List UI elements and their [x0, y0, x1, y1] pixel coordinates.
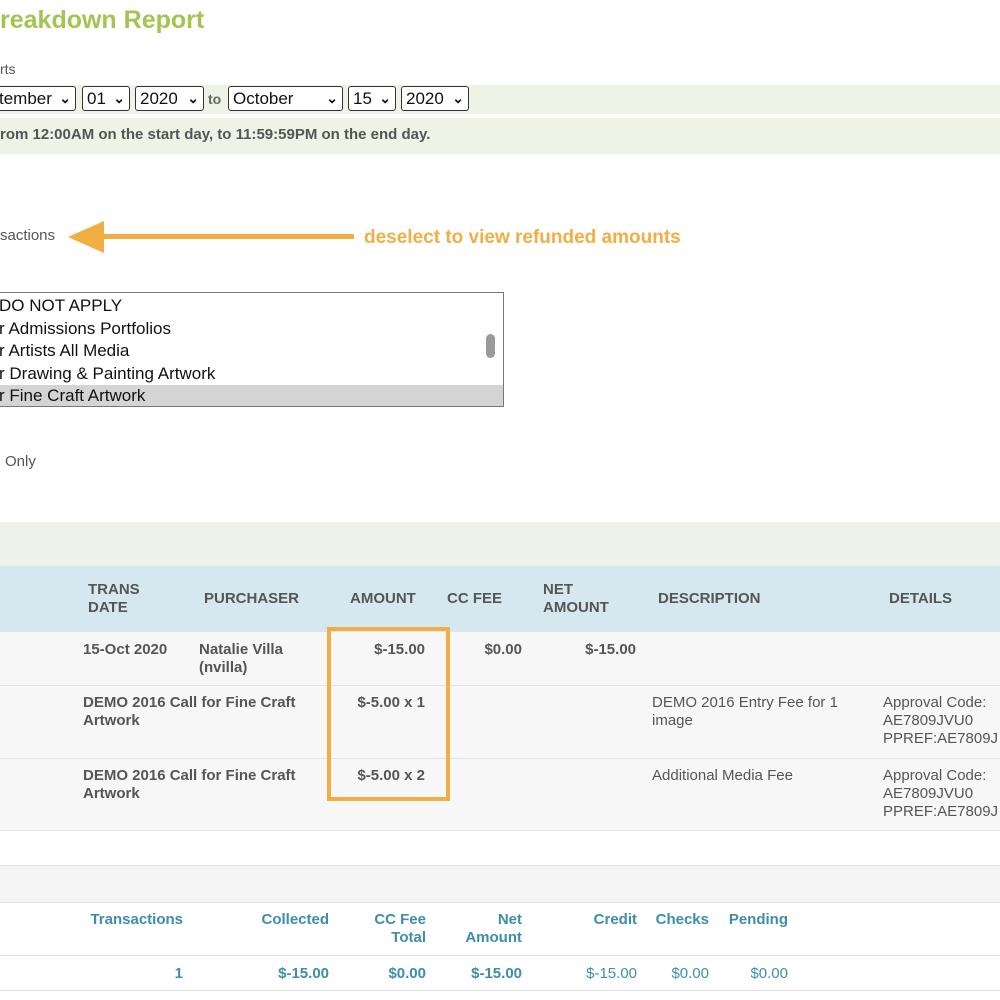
- item-details: Approval Code: AE7809JVU0 PPREF:AE7809J: [883, 767, 998, 821]
- header-trans-date: TRANS DATE: [88, 581, 140, 617]
- summary-header-checks: Checks: [655, 911, 709, 928]
- chevron-down-icon: ⌄: [59, 90, 71, 106]
- summary-header-credit: Credit: [593, 911, 637, 928]
- summary-cc-fee-line2: Total: [391, 929, 426, 946]
- item-title-line2: Artwork: [83, 785, 140, 802]
- item-details-line1: Approval Code:: [883, 767, 987, 784]
- summary-header-collected: Collected: [261, 911, 329, 928]
- table-row: DEMO 2016 Call for Fine Craft Artwork $-…: [0, 686, 1000, 759]
- start-year-select[interactable]: 2020 ⌄: [135, 86, 204, 111]
- summary-header-transactions: Transactions: [90, 911, 183, 928]
- table-row: DEMO 2016 Call for Fine Craft Artwork $-…: [0, 759, 1000, 831]
- date-range-to-label: to: [208, 91, 222, 107]
- end-year-value: 2020: [406, 89, 444, 108]
- arrow-left-icon: [68, 221, 354, 253]
- purchaser-name: Natalie Villa: [199, 641, 283, 658]
- filter-section-label: rts: [0, 61, 16, 77]
- summary-net-value: $-15.00: [471, 965, 522, 982]
- chevron-down-icon: ⌄: [187, 90, 199, 106]
- transactions-checkbox-label[interactable]: sactions: [0, 227, 55, 244]
- summary-divider: [0, 955, 1000, 956]
- end-day-select[interactable]: 15 ⌄: [348, 86, 396, 111]
- purchaser-username: (nvilla): [199, 659, 248, 676]
- item-details-line2: AE7809JVU0: [883, 785, 974, 802]
- summary-net-line1: Net: [497, 911, 522, 928]
- item-details-line2: AE7809JVU0: [883, 712, 974, 729]
- summary-bottom-divider: [0, 990, 1000, 991]
- summary-collected-value: $-15.00: [278, 965, 329, 982]
- call-listbox[interactable]: DO NOT APPLY r Admissions Portfolios r A…: [0, 292, 504, 407]
- header-net-line1: NET: [543, 581, 573, 598]
- end-day-value: 15: [353, 89, 372, 108]
- header-cc-fee: CC FEE: [447, 590, 503, 607]
- annotation-callout: deselect to view refunded amounts: [364, 227, 681, 248]
- transaction-purchaser: Natalie Villa (nvilla): [199, 641, 283, 677]
- start-year-value: 2020: [140, 89, 178, 108]
- header-trans-date-line1: TRANS: [88, 581, 140, 598]
- transaction-row: 15-Oct 2020 Natalie Villa (nvilla) $-15.…: [0, 632, 1000, 686]
- header-net-line2: AMOUNT: [543, 599, 609, 616]
- end-year-select[interactable]: 2020 ⌄: [401, 86, 469, 111]
- chevron-down-icon: ⌄: [452, 90, 464, 106]
- chevron-down-icon: ⌄: [379, 90, 391, 106]
- summary-header-pending: Pending: [728, 911, 788, 928]
- summary-transactions-value: 1: [174, 965, 183, 982]
- summary-cc-fee-line1: CC Fee: [374, 911, 426, 928]
- item-title: DEMO 2016 Call for Fine Craft Artwork: [83, 694, 296, 730]
- summary-cc-fee-value: $0.00: [388, 965, 426, 982]
- list-item[interactable]: r Admissions Portfolios: [0, 318, 503, 341]
- end-month-select[interactable]: October ⌄: [228, 86, 343, 111]
- header-purchaser: PURCHASER: [204, 590, 300, 607]
- item-details-line1: Approval Code:: [883, 694, 987, 711]
- header-trans-date-line2: DATE: [88, 599, 128, 616]
- item-details: Approval Code: AE7809JVU0 PPREF:AE7809J: [883, 694, 998, 748]
- header-amount: AMOUNT: [350, 590, 416, 607]
- summary-net-line2: Amount: [465, 929, 522, 946]
- summary-credit-value: $-15.00: [586, 965, 637, 982]
- summary-header-net-amount: Net Amount: [440, 911, 522, 947]
- list-item[interactable]: r Drawing & Painting Artwork: [0, 363, 503, 386]
- listbox-scrollbar[interactable]: [486, 334, 495, 358]
- page-title: reakdown Report: [0, 6, 205, 34]
- date-range-note: rom 12:00AM on the start day, to 11:59:5…: [0, 126, 431, 143]
- item-description-line1: DEMO 2016 Entry Fee for 1: [652, 694, 838, 711]
- item-details-line3: PPREF:AE7809J: [883, 730, 999, 747]
- transaction-net-amount: $-15.00: [585, 641, 636, 658]
- amount-highlight-box: [327, 627, 450, 801]
- list-item-selected[interactable]: r Fine Craft Artwork: [0, 385, 503, 406]
- header-description: DESCRIPTION: [658, 590, 761, 607]
- item-details-line3: PPREF:AE7809J: [883, 803, 999, 820]
- item-description-line2: image: [652, 712, 693, 729]
- start-month-value: tember: [0, 89, 52, 108]
- end-month-value: October: [233, 89, 294, 108]
- summary-band: [0, 865, 1000, 903]
- item-description: DEMO 2016 Entry Fee for 1 image: [652, 694, 838, 730]
- start-day-select[interactable]: 01 ⌄: [82, 86, 130, 111]
- summary-header-cc-fee-total: CC Fee Total: [350, 911, 426, 947]
- list-item[interactable]: r Artists All Media: [0, 340, 503, 363]
- table-header: TRANS DATE PURCHASER AMOUNT CC FEE NET A…: [0, 566, 1000, 632]
- header-details: DETAILS: [889, 590, 953, 607]
- section-band: [0, 522, 1000, 566]
- list-item[interactable]: DO NOT APPLY: [0, 295, 503, 318]
- start-month-select[interactable]: tember ⌄: [0, 86, 76, 111]
- transaction-cc-fee: $0.00: [484, 641, 522, 658]
- chevron-down-icon: ⌄: [326, 90, 338, 106]
- start-day-value: 01: [87, 89, 106, 108]
- summary-pending-value: $0.00: [750, 965, 788, 982]
- summary-checks-value: $0.00: [671, 965, 709, 982]
- item-title-line2: Artwork: [83, 712, 140, 729]
- item-title-line1: DEMO 2016 Call for Fine Craft: [83, 767, 296, 784]
- item-title: DEMO 2016 Call for Fine Craft Artwork: [83, 767, 296, 803]
- only-option-label[interactable]: Only: [5, 453, 36, 470]
- chevron-down-icon: ⌄: [113, 90, 125, 106]
- item-description: Additional Media Fee: [652, 767, 793, 784]
- header-net-amount: NET AMOUNT: [543, 581, 609, 617]
- item-title-line1: DEMO 2016 Call for Fine Craft: [83, 694, 296, 711]
- transaction-date: 15-Oct 2020: [83, 641, 168, 658]
